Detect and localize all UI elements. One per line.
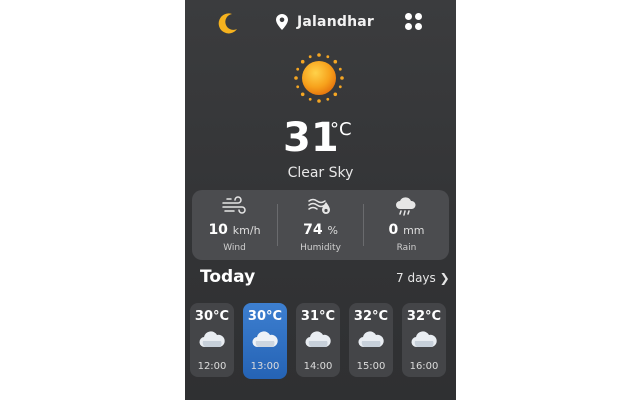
hourly-temp: 30°C (194, 309, 230, 324)
location[interactable]: Jalandhar (276, 14, 374, 30)
cloud-icon (305, 331, 331, 348)
temperature-unit: °C (330, 119, 352, 140)
rain-cloud-icon (396, 197, 416, 216)
stat-wind: 10 km/h Wind (192, 190, 277, 260)
wind-icon (222, 196, 246, 214)
humidity-label: Humidity (300, 243, 341, 253)
hourly-card[interactable]: 32°C 16:00 (402, 303, 446, 377)
cloud-icon (252, 331, 278, 348)
hourly-time: 12:00 (197, 361, 227, 372)
cloud-icon (411, 331, 437, 348)
top-bar: Jalandhar (185, 8, 456, 38)
weather-stats-card: 10 km/h Wind 74 % Humidity 0 mm Rain (192, 190, 449, 260)
current-temperature: 31 °C (185, 113, 456, 163)
hourly-card-selected[interactable]: 30°C 13:00 (243, 303, 287, 379)
hourly-time: 15:00 (356, 361, 386, 372)
location-pin-icon (276, 14, 288, 30)
hourly-card[interactable]: 30°C 12:00 (190, 303, 234, 377)
today-heading: Today (200, 267, 256, 287)
hourly-time: 16:00 (409, 361, 439, 372)
wind-label: Wind (223, 243, 246, 253)
grid-menu-icon[interactable] (404, 12, 423, 31)
stat-humidity: 74 % Humidity (278, 190, 363, 260)
hourly-temp: 30°C (247, 309, 283, 324)
rain-label: Rain (396, 243, 417, 253)
rain-value-line: 0 mm (388, 222, 425, 238)
hourly-card[interactable]: 31°C 14:00 (296, 303, 340, 377)
humidity-icon (308, 198, 330, 214)
hourly-time: 14:00 (303, 361, 333, 372)
hourly-temp: 31°C (300, 309, 336, 324)
weather-app-screen: Jalandhar 31 °C Clear Sky 10 km/h Wind 7… (185, 0, 456, 400)
sun-icon (294, 53, 344, 103)
seven-days-link[interactable]: 7 days ❯ (396, 271, 450, 285)
moon-icon[interactable] (215, 10, 241, 36)
hourly-time: 13:00 (250, 361, 280, 372)
hourly-card[interactable]: 32°C 15:00 (349, 303, 393, 377)
cloud-icon (358, 331, 384, 348)
hourly-forecast-list: 30°C 12:00 30°C 13:00 31°C 14:00 32°C 15… (190, 303, 452, 379)
hourly-temp: 32°C (406, 309, 442, 324)
weather-condition: Clear Sky (287, 165, 354, 181)
city-name: Jalandhar (297, 14, 375, 30)
hourly-temp: 32°C (353, 309, 389, 324)
wind-value-line: 10 km/h (208, 222, 261, 238)
cloud-icon (199, 331, 225, 348)
stat-rain: 0 mm Rain (364, 190, 449, 260)
humidity-value-line: 74 % (303, 222, 338, 238)
